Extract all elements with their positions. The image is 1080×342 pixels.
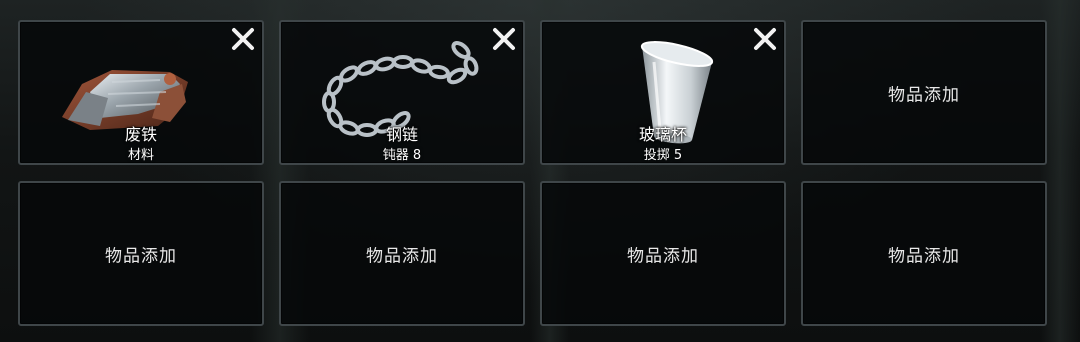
- item-slot-scrap-metal[interactable]: 废铁 材料: [18, 20, 264, 165]
- item-slot-steel-chain[interactable]: 钢链 钝器 8: [279, 20, 525, 165]
- close-icon: [754, 28, 776, 50]
- add-item-label: 物品添加: [888, 246, 960, 266]
- item-slot-grid: 废铁 材料 钢链 钝器 8 玻璃杯 投掷 5 物品添加 物品添加 物品添加 物品…: [18, 20, 1047, 326]
- item-name: 废铁: [124, 125, 157, 144]
- add-item-slot[interactable]: 物品添加: [801, 181, 1047, 326]
- add-item-slot[interactable]: 物品添加: [279, 181, 525, 326]
- close-icon: [232, 28, 254, 50]
- remove-item-button[interactable]: [491, 26, 517, 52]
- item-slot-glass-cup[interactable]: 玻璃杯 投掷 5: [540, 20, 786, 165]
- item-category: 钝器 8: [382, 148, 422, 163]
- add-item-slot[interactable]: 物品添加: [540, 181, 786, 326]
- item-name: 玻璃杯: [638, 125, 687, 144]
- add-item-label: 物品添加: [105, 246, 177, 266]
- remove-item-button[interactable]: [230, 26, 256, 52]
- add-item-slot[interactable]: 物品添加: [801, 20, 1047, 165]
- item-name: 钢链: [385, 125, 418, 144]
- item-category: 投掷 5: [643, 148, 683, 163]
- add-item-label: 物品添加: [888, 85, 960, 105]
- remove-item-button[interactable]: [752, 26, 778, 52]
- add-item-label: 物品添加: [366, 246, 438, 266]
- close-icon: [493, 28, 515, 50]
- add-item-label: 物品添加: [627, 246, 699, 266]
- item-category: 材料: [127, 148, 154, 163]
- add-item-slot[interactable]: 物品添加: [18, 181, 264, 326]
